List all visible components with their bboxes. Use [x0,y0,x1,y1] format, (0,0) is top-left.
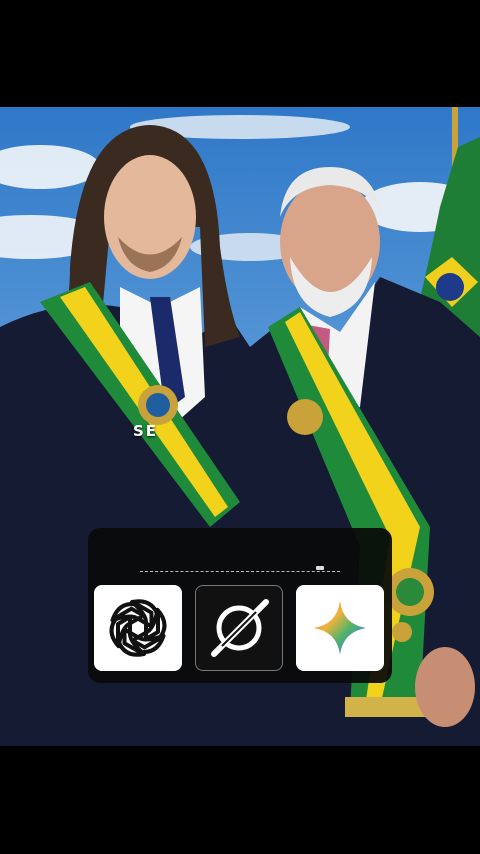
chatgpt-icon [102,595,174,661]
progress-indicator [316,566,324,570]
grok-app-button[interactable] [195,585,283,671]
grok-icon [211,599,269,657]
chatgpt-app-button[interactable] [94,585,182,671]
gemini-app-button[interactable] [296,585,384,671]
gemini-icon [314,601,366,655]
progress-track [140,571,340,574]
app-picker-overlay [88,528,392,683]
photo-caption: SE [133,422,159,440]
